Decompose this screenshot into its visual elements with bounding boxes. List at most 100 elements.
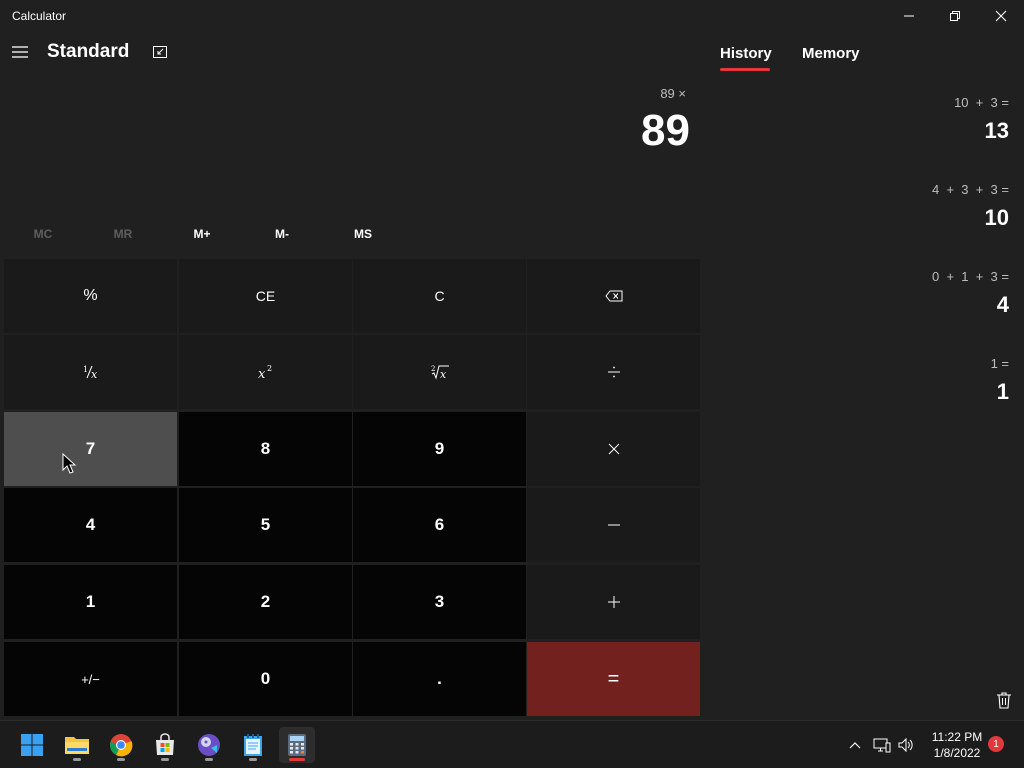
- mode-title: Standard: [47, 41, 130, 62]
- history-expression: 4 + 3 + 3 =: [932, 182, 1009, 197]
- plus-icon: [607, 596, 620, 608]
- active-tab-indicator: [720, 68, 770, 71]
- clear-label: C: [434, 288, 445, 304]
- speaker-icon: [898, 737, 913, 753]
- svg-text:1: 1: [83, 365, 88, 374]
- clear-button[interactable]: C: [353, 259, 526, 333]
- digit-7-button[interactable]: 7: [4, 412, 177, 486]
- tab-memory[interactable]: Memory: [802, 45, 860, 62]
- digit-9-button[interactable]: 9: [353, 412, 526, 486]
- decimal-button[interactable]: .: [353, 642, 526, 716]
- minimize-icon: [904, 15, 914, 17]
- store-icon: [156, 733, 174, 755]
- windows-logo-icon: [21, 734, 43, 756]
- history-expression: 10 + 3 =: [954, 95, 1009, 110]
- memory-row: MC MR M+ M- MS: [4, 220, 404, 248]
- square-icon: x 2: [258, 364, 272, 380]
- memory-subtract-button[interactable]: M-: [243, 220, 321, 248]
- clear-entry-label: CE: [255, 288, 276, 304]
- digit-8-button[interactable]: 8: [179, 412, 352, 486]
- digit-6-button[interactable]: 6: [353, 488, 526, 562]
- notepad-taskbar-button[interactable]: [235, 727, 271, 763]
- divide-button[interactable]: [527, 335, 700, 409]
- file-explorer-taskbar-button[interactable]: [59, 727, 95, 763]
- digit-7-label: 7: [85, 439, 96, 458]
- digit-5-label: 5: [260, 515, 271, 534]
- tab-history[interactable]: History: [720, 45, 772, 62]
- expression-display: 89 ×: [660, 86, 686, 101]
- digit-0-button[interactable]: 0: [179, 642, 352, 716]
- reciprocal-button[interactable]: 1 x: [4, 335, 177, 409]
- result-display: 89: [641, 106, 690, 155]
- history-expression: 0 + 1 + 3 =: [932, 269, 1009, 284]
- hamburger-icon: [12, 46, 28, 58]
- store-taskbar-button[interactable]: [147, 727, 183, 763]
- calculator-taskbar-button[interactable]: [279, 727, 315, 763]
- history-expression: 1 =: [990, 356, 1009, 371]
- memory-recall-button[interactable]: MR: [84, 220, 162, 248]
- restore-icon: [950, 11, 960, 21]
- percent-label: %: [83, 287, 98, 304]
- close-button[interactable]: [978, 0, 1024, 32]
- chrome-taskbar-button[interactable]: [103, 727, 139, 763]
- keep-on-top-icon: [153, 46, 167, 58]
- negate-label: +/−: [81, 671, 100, 687]
- close-icon: [995, 10, 1007, 22]
- taskbar: 11:22 PM 1/8/2022: [0, 720, 1024, 768]
- negate-button[interactable]: +/−: [4, 642, 177, 716]
- square-button[interactable]: x 2: [179, 335, 352, 409]
- start-button[interactable]: [14, 727, 50, 763]
- backspace-button[interactable]: [527, 259, 700, 333]
- keep-on-top-button[interactable]: [148, 40, 172, 64]
- chrome-icon: [110, 734, 133, 757]
- media-app-taskbar-button[interactable]: [191, 727, 227, 763]
- media-player-icon: [198, 734, 220, 756]
- window-title: Calculator: [12, 9, 67, 23]
- digit-2-button[interactable]: 2: [179, 565, 352, 639]
- percent-button[interactable]: %: [4, 259, 177, 333]
- memory-add-button[interactable]: M+: [163, 220, 241, 248]
- subtract-button[interactable]: [527, 488, 700, 562]
- running-indicator: [249, 758, 257, 761]
- digit-3-label: 3: [434, 592, 445, 611]
- decimal-label: .: [437, 669, 442, 688]
- clock-time: 11:22 PM: [931, 730, 983, 744]
- svg-text:x: x: [91, 368, 98, 380]
- history-item[interactable]: 4 + 3 + 3 = 10: [709, 182, 1009, 231]
- digit-3-button[interactable]: 3: [353, 565, 526, 639]
- multiply-button[interactable]: [527, 412, 700, 486]
- equals-button[interactable]: =: [527, 642, 700, 716]
- volume-button[interactable]: [895, 721, 917, 768]
- title-bar: Calculator: [0, 0, 1024, 32]
- history-item[interactable]: 10 + 3 = 13: [709, 95, 1009, 144]
- network-button[interactable]: [871, 721, 893, 768]
- memory-store-button[interactable]: MS: [324, 220, 402, 248]
- notification-badge[interactable]: 1: [988, 736, 1004, 752]
- add-button[interactable]: [527, 565, 700, 639]
- divide-icon: [607, 366, 620, 378]
- show-hidden-icons-button[interactable]: [844, 721, 866, 768]
- digit-2-label: 2: [260, 592, 271, 611]
- digit-5-button[interactable]: 5: [179, 488, 352, 562]
- reciprocal-icon: 1 x: [83, 365, 98, 380]
- digit-1-button[interactable]: 1: [4, 565, 177, 639]
- clear-entry-button[interactable]: CE: [179, 259, 352, 333]
- multiply-icon: [608, 443, 619, 455]
- svg-text:x: x: [258, 367, 266, 380]
- history-item[interactable]: 1 = 1: [709, 356, 1009, 405]
- active-indicator: [289, 758, 305, 761]
- minimize-button[interactable]: [886, 0, 932, 32]
- restore-button[interactable]: [932, 0, 978, 32]
- backspace-icon: [604, 290, 622, 302]
- navigation-menu-button[interactable]: [6, 38, 34, 66]
- minus-icon: [607, 524, 620, 526]
- clock[interactable]: 11:22 PM 1/8/2022: [926, 729, 988, 761]
- memory-clear-button[interactable]: MC: [4, 220, 82, 248]
- digit-4-button[interactable]: 4: [4, 488, 177, 562]
- calculator-icon: [288, 734, 306, 756]
- clear-history-icon[interactable]: [994, 690, 1014, 710]
- history-result: 13: [984, 118, 1009, 143]
- keypad: % CE C 1 x x 2 2 x 7 8 9 4 5 6 1 2 3 +/−…: [4, 259, 701, 716]
- square-root-button[interactable]: 2 x: [353, 335, 526, 409]
- history-item[interactable]: 0 + 1 + 3 = 4: [709, 269, 1009, 318]
